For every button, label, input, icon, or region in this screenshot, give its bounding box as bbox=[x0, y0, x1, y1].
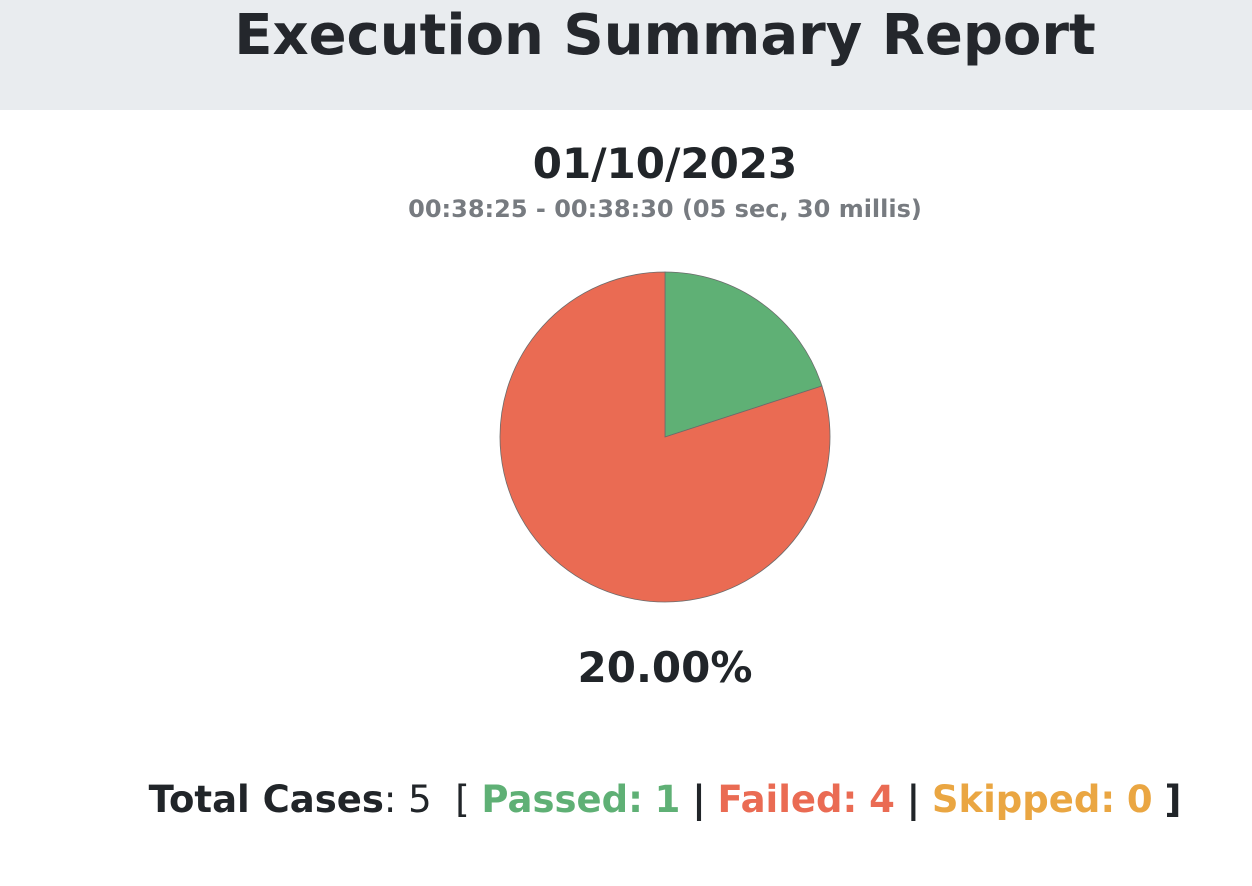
passed-value: 1 bbox=[654, 778, 681, 821]
divider-2: | bbox=[906, 778, 921, 821]
run-time-range: 00:38:25 - 00:38:30 (05 sec, 30 millis) bbox=[408, 195, 922, 223]
total-cases-value: 5 bbox=[408, 778, 432, 821]
failed-label: Failed: bbox=[717, 778, 858, 821]
total-cases-label: Total Cases bbox=[148, 778, 384, 821]
pass-percentage: 20.00% bbox=[577, 643, 753, 692]
results-pie-chart bbox=[499, 271, 831, 603]
report-header: Execution Summary Report bbox=[0, 0, 1252, 110]
divider-1: | bbox=[692, 778, 706, 821]
close-bracket: ] bbox=[1164, 778, 1182, 821]
totals-line: Total Cases: 5 [ Passed: 1 | Failed: 4 |… bbox=[0, 774, 1252, 826]
run-date: 01/10/2023 bbox=[532, 139, 798, 188]
skipped-label: Skipped: bbox=[931, 778, 1116, 821]
failed-value: 4 bbox=[869, 778, 895, 821]
open-bracket: [ bbox=[455, 778, 470, 821]
page-title: Execution Summary Report bbox=[234, 3, 1096, 68]
total-cases-colon: : bbox=[383, 778, 397, 821]
skipped-value: 0 bbox=[1126, 778, 1153, 821]
passed-label: Passed: bbox=[481, 778, 643, 821]
